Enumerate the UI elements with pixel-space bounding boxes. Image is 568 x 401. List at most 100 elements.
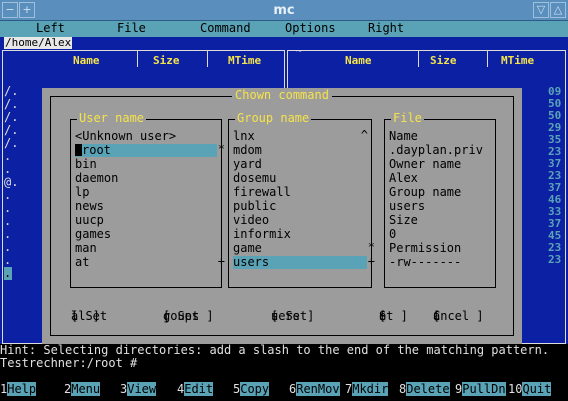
fkey-help[interactable]: 1Help <box>0 382 37 396</box>
menu-command[interactable]: Command <box>200 22 251 35</box>
mtime-digits: 23 <box>548 253 562 266</box>
menu-right[interactable]: Right <box>368 22 404 35</box>
list-item[interactable]: video <box>233 214 367 227</box>
list-item[interactable]: firewall <box>233 186 367 199</box>
command-prompt[interactable]: Testrechner:/root # <box>0 357 568 370</box>
fkey-label: Menu <box>71 382 101 396</box>
fkey-label: Copy <box>240 382 270 396</box>
fkey-delete[interactable]: 8Delete <box>399 382 450 396</box>
list-item-label: root <box>82 143 111 157</box>
list-item[interactable]: man <box>75 242 217 255</box>
fkey-quit[interactable]: 10Quit <box>508 382 552 396</box>
menu-file[interactable]: File <box>117 22 146 35</box>
owner-name-value: Alex <box>389 171 418 185</box>
fkey-number: 10 <box>508 382 523 396</box>
text-cursor <box>75 144 82 156</box>
fkey-label: Quit <box>522 382 552 396</box>
fkey-label: RenMov <box>296 382 340 396</box>
list-item[interactable]: informix <box>233 228 367 241</box>
fkey-mkdir[interactable]: 7Mkdir <box>345 382 389 396</box>
list-item[interactable]: news <box>75 200 217 213</box>
fkey-label: PullDn <box>462 382 506 396</box>
scroll-up-icon[interactable]: ^ <box>361 129 368 142</box>
list-item[interactable]: lp <box>75 186 217 199</box>
fkey-edit[interactable]: 4Edit <box>177 382 214 396</box>
maximize-icon[interactable]: ▽ <box>533 2 549 18</box>
list-item[interactable]: lnx <box>233 130 367 143</box>
list-item[interactable]: yard <box>233 158 367 171</box>
fkey-label: Delete <box>406 382 450 396</box>
dialog-title: Chown command <box>232 88 332 102</box>
list-item-selected[interactable]: root <box>75 144 217 157</box>
fkey-copy[interactable]: 5Copy <box>233 382 270 396</box>
right-panel-path[interactable]: ~ <box>295 46 303 58</box>
fkey-renmov[interactable]: 6RenMov <box>289 382 340 396</box>
function-key-bar: 1Help 2Menu 3View 4Edit 5Copy 6RenMov 7M… <box>0 381 568 397</box>
fkey-pulldn[interactable]: 9PullDn <box>455 382 506 396</box>
list-item[interactable]: bin <box>75 158 217 171</box>
user-name-list[interactable]: User name <Unknown user> root bin daemon… <box>70 112 225 288</box>
group-name-list[interactable]: Group name lnx mdom yard dosemu firewall… <box>228 112 375 288</box>
right-col-size[interactable]: Size <box>430 54 457 67</box>
group-name-value: users <box>389 199 426 213</box>
fkey-menu[interactable]: 2Menu <box>64 382 101 396</box>
left-panel-path[interactable]: /home/Alex <box>4 37 73 49</box>
column-divider <box>137 51 138 67</box>
dialog-title-wrap: Chown command <box>51 88 513 102</box>
scroll-marker-icon: * <box>217 142 225 156</box>
menu-left[interactable]: Left <box>36 22 65 35</box>
button-text: et ] <box>379 309 408 323</box>
window-title: mc <box>273 3 295 18</box>
size-value: 0 <box>389 227 397 241</box>
button-text: sers ] <box>271 309 315 323</box>
right-col-name[interactable]: Name <box>345 54 372 67</box>
user-name-title: User name <box>77 111 147 125</box>
scroll-more-icon: + <box>367 254 375 268</box>
file-box-title: File <box>391 111 424 125</box>
group-name-label: Group name <box>389 185 462 199</box>
group-name-title: Group name <box>235 111 312 125</box>
size-label: Size <box>389 213 418 227</box>
left-col-size[interactable]: Size <box>153 54 180 67</box>
list-item[interactable]: uucp <box>75 214 217 227</box>
left-row-marks: /. /. /. /. /. . . @. . . . . . . . <box>4 85 34 280</box>
file-name-value: .dayplan.priv <box>389 143 483 157</box>
file-name-label: Name <box>389 129 418 143</box>
dialog-buttons: [ Set a ll ] [ Set g roups ] [ Set u sers ]… <box>42 310 522 324</box>
list-item[interactable]: games <box>75 228 217 241</box>
list-item[interactable]: public <box>233 200 367 213</box>
title-bar[interactable]: − + mc ▽ △ <box>0 0 568 21</box>
list-item[interactable]: <Unknown user> <box>75 130 217 143</box>
list-item[interactable]: daemon <box>75 172 217 185</box>
right-col-mtime[interactable]: MTime <box>501 54 534 67</box>
button-text: roups ] <box>163 309 214 323</box>
chown-dialog: Chown command User name <Unknown user> r… <box>42 88 522 344</box>
scroll-marker-icon: * <box>367 240 375 254</box>
menu-options[interactable]: Options <box>285 22 336 35</box>
fkey-view[interactable]: 3View <box>120 382 157 396</box>
scroll-more-icon: + <box>217 254 225 268</box>
list-item[interactable]: dosemu <box>233 172 367 185</box>
list-item[interactable]: . <box>4 267 12 280</box>
fkey-label: Help <box>7 382 37 396</box>
permission-value: -rw------- <box>389 255 462 269</box>
left-col-name[interactable]: Name <box>73 54 100 67</box>
column-divider <box>418 51 419 67</box>
button-text: ancel ] <box>433 309 484 323</box>
left-col-mtime[interactable]: MTime <box>228 54 261 67</box>
fkey-label: Mkdir <box>352 382 389 396</box>
column-divider <box>207 51 208 67</box>
column-divider <box>487 51 488 67</box>
fkey-label: Edit <box>184 382 214 396</box>
permission-label: Permission <box>389 241 462 255</box>
file-info-box: File Name .dayplan.priv Owner name Alex … <box>384 112 496 288</box>
list-item-selected[interactable]: users <box>233 256 367 269</box>
fkey-label: View <box>127 382 157 396</box>
restore-icon[interactable]: △ <box>550 2 566 18</box>
owner-name-label: Owner name <box>389 157 462 171</box>
menu-bar: Left File Command Options Right <box>0 21 568 37</box>
list-item[interactable]: game <box>233 242 367 255</box>
list-item[interactable]: mdom <box>233 144 367 157</box>
button-text: ll ] <box>71 309 100 323</box>
list-item[interactable]: at <box>75 256 217 269</box>
